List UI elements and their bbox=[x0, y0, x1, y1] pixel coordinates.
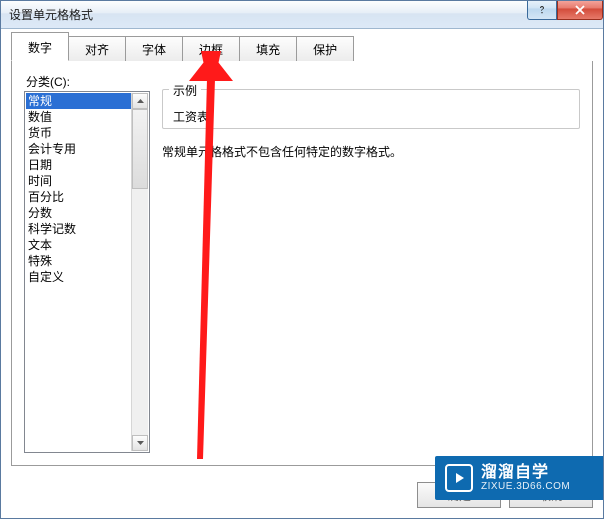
tab-border[interactable]: 边框 bbox=[182, 36, 240, 61]
list-item[interactable]: 科学记数 bbox=[26, 221, 132, 237]
tab-number[interactable]: 数字 bbox=[11, 32, 69, 61]
help-button[interactable] bbox=[527, 0, 557, 20]
window-title: 设置单元格格式 bbox=[9, 6, 93, 23]
watermark-logo bbox=[445, 464, 473, 492]
list-item[interactable]: 数值 bbox=[26, 109, 132, 125]
scroll-thumb[interactable] bbox=[132, 109, 148, 189]
list-item[interactable]: 常规 bbox=[26, 93, 132, 109]
scroll-up-button[interactable] bbox=[132, 93, 148, 109]
chevron-down-icon bbox=[137, 441, 144, 445]
title-bar: 设置单元格格式 bbox=[1, 1, 603, 29]
sample-value: 工资表 bbox=[173, 110, 209, 124]
dialog-window: 设置单元格格式 数字 对齐 字体 边框 填充 保护 分类(C): 常规 数值 bbox=[0, 0, 604, 519]
close-icon bbox=[574, 5, 586, 15]
tab-font[interactable]: 字体 bbox=[125, 36, 183, 61]
window-buttons bbox=[527, 0, 603, 20]
watermark-text: 溜溜自学 ZIXUE.3D66.COM bbox=[481, 464, 570, 493]
list-item[interactable]: 会计专用 bbox=[26, 141, 132, 157]
list-item[interactable]: 特殊 bbox=[26, 253, 132, 269]
category-description: 常规单元格格式不包含任何特定的数字格式。 bbox=[162, 143, 580, 160]
watermark-url: ZIXUE.3D66.COM bbox=[481, 481, 570, 492]
close-button[interactable] bbox=[557, 0, 603, 20]
category-items: 常规 数值 货币 会计专用 日期 时间 百分比 分数 科学记数 文本 特殊 自定… bbox=[26, 93, 132, 451]
list-item[interactable]: 时间 bbox=[26, 173, 132, 189]
list-item[interactable]: 百分比 bbox=[26, 189, 132, 205]
scroll-down-button[interactable] bbox=[132, 435, 148, 451]
chevron-up-icon bbox=[137, 99, 144, 103]
tab-strip: 数字 对齐 字体 边框 填充 保护 bbox=[11, 37, 593, 61]
listbox-scrollbar[interactable] bbox=[131, 93, 148, 451]
tab-fill[interactable]: 填充 bbox=[239, 36, 297, 61]
sample-legend: 示例 bbox=[169, 82, 201, 99]
list-item[interactable]: 自定义 bbox=[26, 269, 132, 285]
list-item[interactable]: 日期 bbox=[26, 157, 132, 173]
watermark: 溜溜自学 ZIXUE.3D66.COM bbox=[435, 456, 603, 500]
list-item[interactable]: 分数 bbox=[26, 205, 132, 221]
category-detail: 示例 工资表 常规单元格格式不包含任何特定的数字格式。 bbox=[162, 73, 580, 160]
watermark-brand: 溜溜自学 bbox=[481, 464, 570, 482]
help-icon bbox=[537, 5, 547, 15]
tab-alignment[interactable]: 对齐 bbox=[68, 36, 126, 61]
category-listbox[interactable]: 常规 数值 货币 会计专用 日期 时间 百分比 分数 科学记数 文本 特殊 自定… bbox=[24, 91, 150, 453]
list-item[interactable]: 货币 bbox=[26, 125, 132, 141]
play-icon bbox=[452, 471, 466, 485]
tab-protection[interactable]: 保护 bbox=[296, 36, 354, 61]
sample-group: 示例 工资表 bbox=[162, 89, 580, 129]
dialog-body: 数字 对齐 字体 边框 填充 保护 分类(C): 常规 数值 货币 会计专用 日… bbox=[11, 37, 593, 508]
tab-panel-number: 分类(C): 常规 数值 货币 会计专用 日期 时间 百分比 分数 科学记数 文… bbox=[11, 61, 593, 466]
list-item[interactable]: 文本 bbox=[26, 237, 132, 253]
